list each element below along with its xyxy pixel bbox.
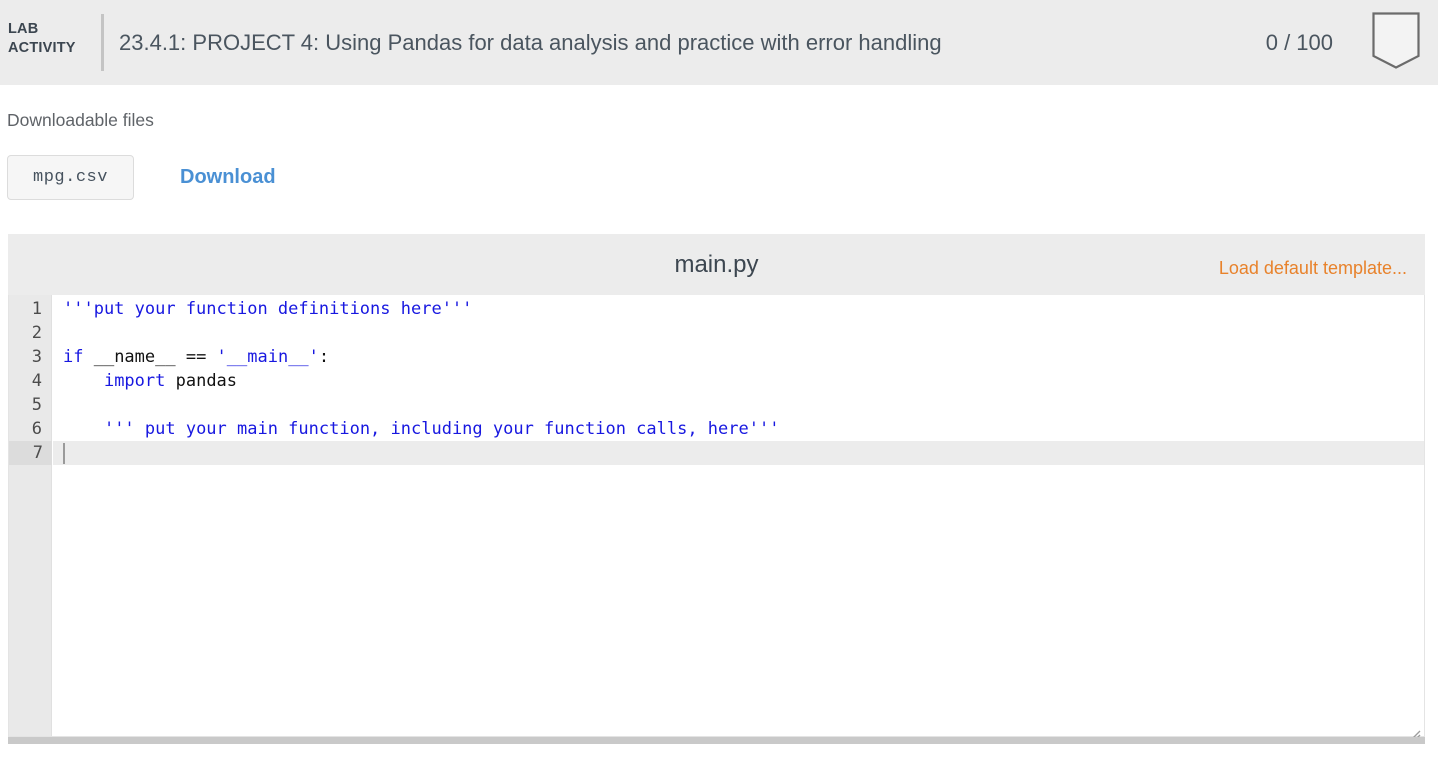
code-token: __name__ == — [83, 347, 217, 367]
code-editor-panel: main.py Load default template... 1 2 3 4 5 67… — [8, 234, 1425, 748]
line-number-6: 6 — [31, 419, 42, 439]
lab-activity-badge-label: LAB ACTIVITY — [8, 20, 96, 58]
code-line-2[interactable] — [53, 321, 1425, 345]
line-number-3: 3 — [31, 347, 42, 367]
score-display: 0 / 100 — [1265, 30, 1333, 55]
code-line-7[interactable] — [53, 441, 1425, 465]
editor-filename: main.py — [674, 251, 759, 278]
lab-activity-badge-line2: ACTIVITY — [8, 40, 76, 56]
code-line-1[interactable]: '''put your function definitions here''' — [53, 297, 1425, 321]
downloadable-files-heading: Downloadable files — [7, 110, 154, 130]
code-token: : — [318, 347, 330, 367]
code-line-4[interactable]: import pandas — [53, 369, 1425, 393]
editor-bottom-bar — [8, 737, 1425, 744]
code-token: '''put your function definitions here''' — [63, 299, 473, 319]
shield-badge-icon — [1372, 12, 1420, 69]
load-default-template-link[interactable]: Load default template... — [1219, 256, 1407, 280]
download-link[interactable]: Download — [180, 163, 276, 191]
line-number-2: 2 — [31, 323, 42, 343]
line-number-gutter: 1 2 3 4 5 67 — [8, 295, 52, 737]
line-number-1: 1 — [31, 299, 42, 319]
line-number-5: 5 — [31, 395, 42, 415]
code-editor-body[interactable]: 1 2 3 4 5 67 '''put your function definitions… — [8, 295, 1425, 737]
code-line-3[interactable]: if __name__ == '__main__': — [53, 345, 1425, 369]
header-divider — [101, 14, 104, 71]
line-number-4: 4 — [31, 371, 42, 391]
code-editor-header: main.py Load default template... — [8, 234, 1425, 295]
code-line-6[interactable]: ''' put your main function, including yo… — [53, 417, 1425, 441]
code-text-area[interactable]: '''put your function definitions here'''… — [53, 295, 1425, 737]
line-number-7: 7 — [8, 441, 52, 465]
code-token: ''' put your main function, including yo… — [103, 419, 780, 439]
code-token: pandas — [165, 371, 238, 391]
code-token: '__main__' — [216, 347, 319, 367]
code-line-5[interactable] — [53, 393, 1425, 417]
text-cursor — [63, 443, 65, 464]
page-title: 23.4.1: PROJECT 4: Using Pandas for data… — [119, 30, 942, 55]
lab-activity-header: LAB ACTIVITY 23.4.1: PROJECT 4: Using Pa… — [0, 0, 1438, 85]
downloadable-file-name: mpg.csv — [7, 155, 134, 200]
code-token: if — [63, 347, 84, 367]
code-token: import — [103, 371, 166, 391]
lab-activity-badge-line1: LAB — [8, 21, 39, 37]
